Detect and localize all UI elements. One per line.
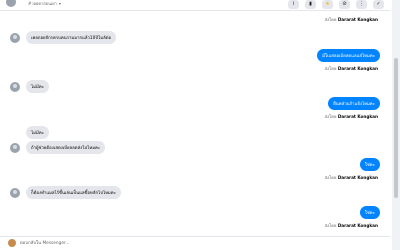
label-tag-text: #วอยคาสอนเยา <box>28 1 57 6</box>
sender-avatar <box>10 187 20 198</box>
page-avatar <box>8 239 16 247</box>
messenger-inbox-page: #วอยคาสอนเยา ▾ i ▮ ★ ⊘ ⋮ ✓ ส่งโดย Darara… <box>0 0 400 250</box>
incoming-message-row: ไม่มีคะ <box>10 80 50 93</box>
contact-avatar[interactable] <box>6 0 16 7</box>
check-icon[interactable]: ✓ <box>373 0 384 9</box>
scrollbar-thumb[interactable] <box>394 58 398 198</box>
incoming-message: ถ้าผู้ช่วยต้องเสดงเบียลลดส่งไปไหมคะ <box>26 141 106 154</box>
reply-composer <box>0 236 390 250</box>
label-tag[interactable]: #วอยคาสอนเยา ▾ <box>28 0 61 7</box>
outgoing-message: ยืนคส่วนก้าแจ้งไหมคะ <box>328 97 380 110</box>
sent-by-label: ส่งโดย Dararat Kongkan <box>324 223 378 228</box>
outgoing-message: ใช่คะ <box>359 206 380 219</box>
sent-by-label: ส่งโดย Dararat Kongkan <box>324 175 378 180</box>
sender-avatar <box>10 142 20 153</box>
message-thread: ส่งโดย Dararat Kongkan เคยถอยจักรครบคนรา… <box>0 12 390 232</box>
sent-by-label: ส่งโดย Dararat Kongkan <box>324 114 378 119</box>
incoming-message-row: ถ้าผู้ช่วยต้องเสดงเบียลลดส่งไปไหมคะ <box>10 141 106 154</box>
outgoing-message: มีใบเสลอเบียลดแลแส่ไหมคะ <box>317 49 380 62</box>
incoming-message: ไม่มีคะ <box>26 80 50 93</box>
incoming-message-row: เคยถอยจักรครบคนรามมากแล้ว10ปีไมล์ต่อ <box>10 31 117 44</box>
conversation-header: #วอยคาสอนเยา ▾ i ▮ ★ ⊘ ⋮ ✓ <box>0 0 390 11</box>
outgoing-message: ใช่คะ <box>359 158 380 171</box>
sender-avatar <box>10 32 20 43</box>
sent-by-label: ส่งโดย Dararat Kongkan <box>324 66 378 71</box>
more-icon[interactable]: ⋮ <box>356 0 367 9</box>
scrollbar[interactable] <box>392 0 400 250</box>
sender-avatar <box>10 81 20 92</box>
info-icon[interactable]: i <box>288 0 299 9</box>
trash-icon[interactable]: ▮ <box>305 0 316 9</box>
star-icon[interactable]: ★ <box>322 0 333 9</box>
reply-input[interactable] <box>20 239 320 248</box>
sent-by-label: ส่งโดย Dararat Kongkan <box>324 17 378 22</box>
block-icon[interactable]: ⊘ <box>339 0 350 9</box>
incoming-message: ก็ต้องทำแมลไร้ขึ้นเล่นเป็นแลขึ้อหลักไปไห… <box>26 186 121 199</box>
chevron-down-icon: ▾ <box>58 1 61 6</box>
incoming-message: เคยถอยจักรครบคนรามมากแล้ว10ปีไมล์ต่อ <box>26 31 117 44</box>
incoming-message-row: ก็ต้องทำแมลไร้ขึ้นเล่นเป็นแลขึ้อหลักไปไห… <box>10 186 121 199</box>
incoming-message: ไม่มีคะ <box>26 126 50 139</box>
